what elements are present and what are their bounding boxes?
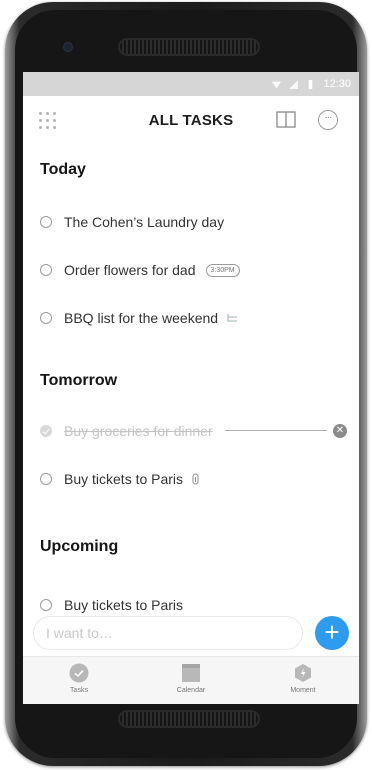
tab-label: Calendar [176, 687, 206, 694]
section-heading-upcoming: Upcoming [40, 538, 119, 555]
add-task-button[interactable]: + [315, 616, 349, 650]
task-checkbox[interactable] [40, 312, 52, 324]
tab-tasks[interactable]: Tasks [23, 657, 135, 704]
task-title: Order flowers for dad [64, 262, 196, 278]
signal-icon [289, 79, 299, 89]
task-item-completed[interactable]: Buy groceries for dinner ✕ [40, 420, 347, 442]
task-title: Buy tickets to Paris [64, 471, 184, 487]
task-title: Buy groceries for dinner [64, 423, 213, 439]
wifi-icon [272, 81, 282, 88]
task-item[interactable]: Buy tickets to Paris [40, 594, 347, 616]
check-circle-icon [69, 663, 89, 683]
task-title: BBQ list for the weekend [64, 310, 219, 326]
task-item[interactable]: The Cohen’s Laundry day [40, 211, 347, 233]
task-checkbox[interactable] [40, 216, 52, 228]
remove-task-icon[interactable]: ✕ [333, 424, 347, 438]
task-item[interactable]: Buy tickets to Paris [40, 468, 347, 490]
attachment-icon [192, 473, 199, 485]
tab-label: Moment [290, 687, 316, 694]
calendar-icon [182, 664, 200, 682]
top-speaker [118, 38, 260, 56]
task-checkbox[interactable] [40, 473, 52, 485]
task-list: Today The Cohen’s Laundry day Order flow… [23, 144, 359, 616]
moment-icon [295, 664, 311, 682]
front-camera [63, 42, 73, 52]
time-badge: 3:30PM [205, 263, 240, 277]
tab-label: Tasks [70, 687, 88, 694]
bottom-speaker [118, 710, 260, 728]
subtasks-icon [227, 314, 238, 322]
task-title: Buy tickets to Paris [64, 597, 184, 613]
more-options-icon[interactable]: ··· [318, 110, 338, 130]
task-title: The Cohen’s Laundry day [64, 214, 225, 230]
task-item[interactable]: BBQ list for the weekend [40, 307, 347, 329]
status-time: 12:30 [323, 78, 351, 90]
quick-add-bar: + [23, 616, 359, 656]
top-bar: ALL TASKS ··· [23, 96, 359, 144]
task-checkbox-checked[interactable] [40, 425, 52, 437]
tab-calendar[interactable]: Calendar [135, 657, 247, 704]
strike-line [225, 430, 327, 431]
section-heading-today: Today [40, 161, 86, 178]
new-task-input[interactable] [33, 616, 303, 650]
section-heading-tomorrow: Tomorrow [40, 372, 118, 389]
battery-icon [309, 79, 313, 89]
task-checkbox[interactable] [40, 264, 52, 276]
tab-moment[interactable]: Moment [247, 657, 359, 704]
status-bar: 12:30 [23, 72, 359, 96]
bottom-tab-bar: Tasks Calendar Moment [23, 656, 359, 704]
page-title: ALL TASKS [148, 112, 234, 129]
task-item[interactable]: Order flowers for dad 3:30PM [40, 259, 347, 281]
task-checkbox[interactable] [40, 599, 52, 611]
app-screen: 12:30 ALL TASKS ··· Today The Cohen’s La… [23, 72, 359, 704]
device-stage: 12:30 ALL TASKS ··· Today The Cohen’s La… [0, 0, 372, 770]
book-icon[interactable] [276, 111, 296, 128]
